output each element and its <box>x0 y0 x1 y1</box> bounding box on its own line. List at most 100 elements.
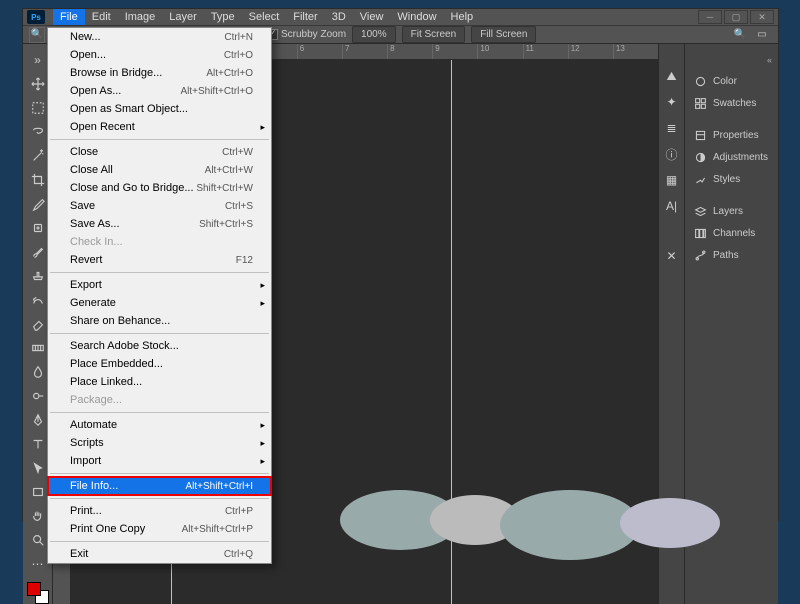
maximize-button[interactable]: ▢ <box>724 10 748 24</box>
menu-item-label: Close All <box>70 164 113 176</box>
ruler-mark: 8 <box>387 44 432 59</box>
menu-item-open-as[interactable]: Open As...Alt+Shift+Ctrl+O <box>48 82 271 100</box>
menu-item-check-in: Check In... <box>48 233 271 251</box>
menu-shortcut: Alt+Shift+Ctrl+P <box>182 524 253 535</box>
eraser-tool[interactable] <box>28 314 48 334</box>
menu-item-label: Generate <box>70 297 116 309</box>
color-swatches[interactable] <box>27 582 49 604</box>
panel-adjustments[interactable]: Adjustments <box>685 146 778 168</box>
panel-paths[interactable]: Paths <box>685 244 778 266</box>
menu-item-label: Exit <box>70 548 88 560</box>
menu-item-label: Print... <box>70 505 102 517</box>
menu-file[interactable]: File <box>53 9 85 25</box>
menu-item-close-all[interactable]: Close AllAlt+Ctrl+W <box>48 161 271 179</box>
foreground-color[interactable] <box>27 582 41 596</box>
menu-item-label: Close <box>70 146 98 158</box>
menu-item-import[interactable]: Import <box>48 452 271 470</box>
lasso-tool[interactable] <box>28 122 48 142</box>
move-tool[interactable] <box>28 74 48 94</box>
menu-3d[interactable]: 3D <box>325 9 353 25</box>
menu-item-print[interactable]: Print...Ctrl+P <box>48 502 271 520</box>
panel-styles[interactable]: Styles <box>685 168 778 190</box>
dodge-tool[interactable] <box>28 386 48 406</box>
menu-item-close[interactable]: CloseCtrl+W <box>48 143 271 161</box>
menu-image[interactable]: Image <box>118 9 163 25</box>
menu-item-label: Open... <box>70 49 106 61</box>
path-selection-tool[interactable] <box>28 458 48 478</box>
type-tool[interactable] <box>28 434 48 454</box>
panel-color[interactable]: Color <box>685 70 778 92</box>
clone-stamp-tool[interactable] <box>28 266 48 286</box>
navigator-icon[interactable]: ✦ <box>664 94 680 110</box>
gradient-tool[interactable] <box>28 338 48 358</box>
blur-tool[interactable] <box>28 362 48 382</box>
menu-item-search-adobe-stock[interactable]: Search Adobe Stock... <box>48 337 271 355</box>
menu-layer[interactable]: Layer <box>162 9 204 25</box>
menu-item-save[interactable]: SaveCtrl+S <box>48 197 271 215</box>
fit-screen-button[interactable]: Fit Screen <box>402 26 466 43</box>
menu-item-open-recent[interactable]: Open Recent <box>48 118 271 136</box>
magic-wand-tool[interactable] <box>28 146 48 166</box>
menu-item-new[interactable]: New...Ctrl+N <box>48 28 271 46</box>
search-icon[interactable]: 🔍 <box>732 27 748 43</box>
healing-brush-tool[interactable] <box>28 218 48 238</box>
minimize-button[interactable]: ─ <box>698 10 722 24</box>
menu-separator <box>50 139 269 140</box>
marquee-tool[interactable] <box>28 98 48 118</box>
menu-item-revert[interactable]: RevertF12 <box>48 251 271 269</box>
character-icon[interactable]: A| <box>664 198 680 214</box>
panel-channels[interactable]: Channels <box>685 222 778 244</box>
histogram-icon[interactable]: ⛰ <box>664 68 680 84</box>
menu-item-browse-in-bridge[interactable]: Browse in Bridge...Alt+Ctrl+O <box>48 64 271 82</box>
panel-swatches[interactable]: Swatches <box>685 92 778 114</box>
history-icon[interactable]: ≣ <box>664 120 680 136</box>
eyedropper-tool[interactable] <box>28 194 48 214</box>
menu-item-place-linked[interactable]: Place Linked... <box>48 373 271 391</box>
menu-help[interactable]: Help <box>444 9 481 25</box>
ruler-mark: 13 <box>613 44 658 59</box>
menu-item-label: File Info... <box>70 480 118 492</box>
menu-item-close-and-go-to-bridge[interactable]: Close and Go to Bridge...Shift+Ctrl+W <box>48 179 271 197</box>
history-brush-tool[interactable] <box>28 290 48 310</box>
menu-item-exit[interactable]: ExitCtrl+Q <box>48 545 271 563</box>
menu-item-place-embedded[interactable]: Place Embedded... <box>48 355 271 373</box>
actions-icon[interactable]: ▦ <box>664 172 680 188</box>
zoom-tool-icon[interactable]: 🔍 <box>29 27 45 43</box>
scrubby-zoom-checkbox[interactable]: Scrubby Zoom <box>267 29 346 40</box>
menu-item-print-one-copy[interactable]: Print One CopyAlt+Shift+Ctrl+P <box>48 520 271 538</box>
edit-toolbar[interactable]: ⋯ <box>28 554 48 574</box>
zoom-100-button[interactable]: 100% <box>352 26 396 43</box>
pen-tool[interactable] <box>28 410 48 430</box>
collapse-panels-icon[interactable]: « <box>767 55 772 65</box>
panel-layers[interactable]: Layers <box>685 200 778 222</box>
menu-type[interactable]: Type <box>204 9 242 25</box>
info-icon[interactable]: ⓘ <box>664 146 680 162</box>
close-button[interactable]: ✕ <box>750 10 774 24</box>
hand-tool[interactable] <box>28 506 48 526</box>
menu-select[interactable]: Select <box>242 9 287 25</box>
menu-item-save-as[interactable]: Save As...Shift+Ctrl+S <box>48 215 271 233</box>
brush-tool[interactable] <box>28 242 48 262</box>
brush-settings-icon[interactable]: ✕ <box>664 248 680 264</box>
collapse-arrows-icon[interactable]: » <box>28 50 48 70</box>
menu-window[interactable]: Window <box>390 9 443 25</box>
ruler-mark: 6 <box>297 44 342 59</box>
workspace-switcher-icon[interactable]: ▭ <box>754 27 770 43</box>
rectangle-tool[interactable] <box>28 482 48 502</box>
menu-item-open[interactable]: Open...Ctrl+O <box>48 46 271 64</box>
fill-screen-button[interactable]: Fill Screen <box>471 26 536 43</box>
menu-item-automate[interactable]: Automate <box>48 416 271 434</box>
crop-tool[interactable] <box>28 170 48 190</box>
panel-properties[interactable]: Properties <box>685 124 778 146</box>
menu-item-share-on-behance[interactable]: Share on Behance... <box>48 312 271 330</box>
menu-edit[interactable]: Edit <box>85 9 118 25</box>
zoom-tool[interactable] <box>28 530 48 550</box>
menu-item-generate[interactable]: Generate <box>48 294 271 312</box>
ruler-mark: 7 <box>342 44 387 59</box>
menu-item-export[interactable]: Export <box>48 276 271 294</box>
menu-item-open-as-smart-object[interactable]: Open as Smart Object... <box>48 100 271 118</box>
menu-item-file-info[interactable]: File Info...Alt+Shift+Ctrl+I <box>48 477 271 495</box>
menu-filter[interactable]: Filter <box>286 9 324 25</box>
menu-view[interactable]: View <box>353 9 391 25</box>
menu-item-scripts[interactable]: Scripts <box>48 434 271 452</box>
